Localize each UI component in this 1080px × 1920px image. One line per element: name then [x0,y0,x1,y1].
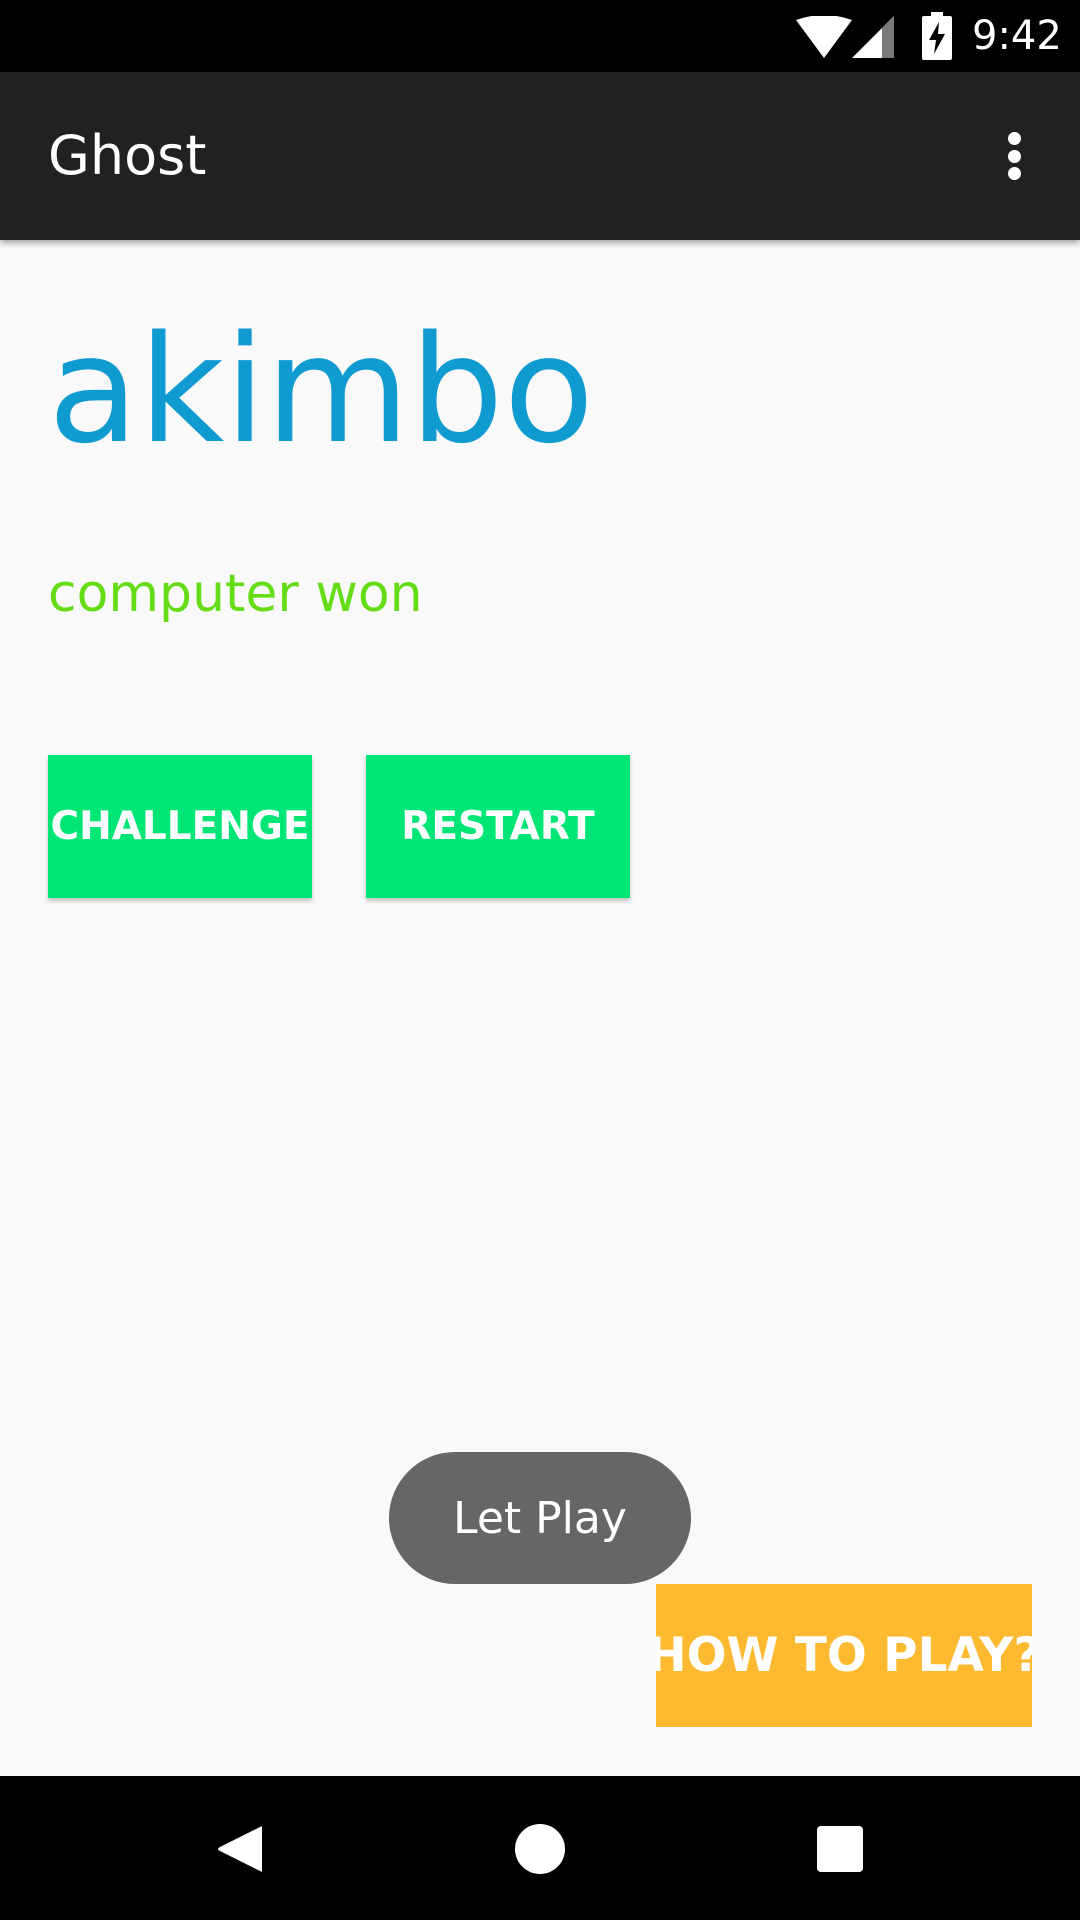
home-icon[interactable] [515,1824,565,1874]
screen: 9:42 Ghost akimbo computer won CHALLENGE… [0,0,1080,1920]
game-status: computer won [48,564,423,624]
challenge-button[interactable]: CHALLENGE [48,755,312,898]
battery-charging-icon [922,12,952,60]
menu-dot [1007,149,1021,163]
back-icon[interactable] [216,1824,264,1874]
app-title: Ghost [48,124,207,187]
app-bar: Ghost [0,72,1080,240]
cell-signal-icon [852,16,894,58]
restart-button[interactable]: RESTART [366,755,630,898]
status-bar: 9:42 [0,0,1080,72]
menu-dot [1007,132,1021,145]
status-clock: 9:42 [972,13,1062,59]
current-word: akimbo [48,304,595,476]
toast-message: Let Play [389,1452,691,1584]
menu-dot [1007,167,1021,180]
how-to-play-button[interactable]: HOW TO PLAY? [656,1584,1032,1727]
overflow-menu-icon[interactable] [984,124,1044,188]
recents-icon[interactable] [817,1826,863,1872]
wifi-icon [796,16,852,58]
